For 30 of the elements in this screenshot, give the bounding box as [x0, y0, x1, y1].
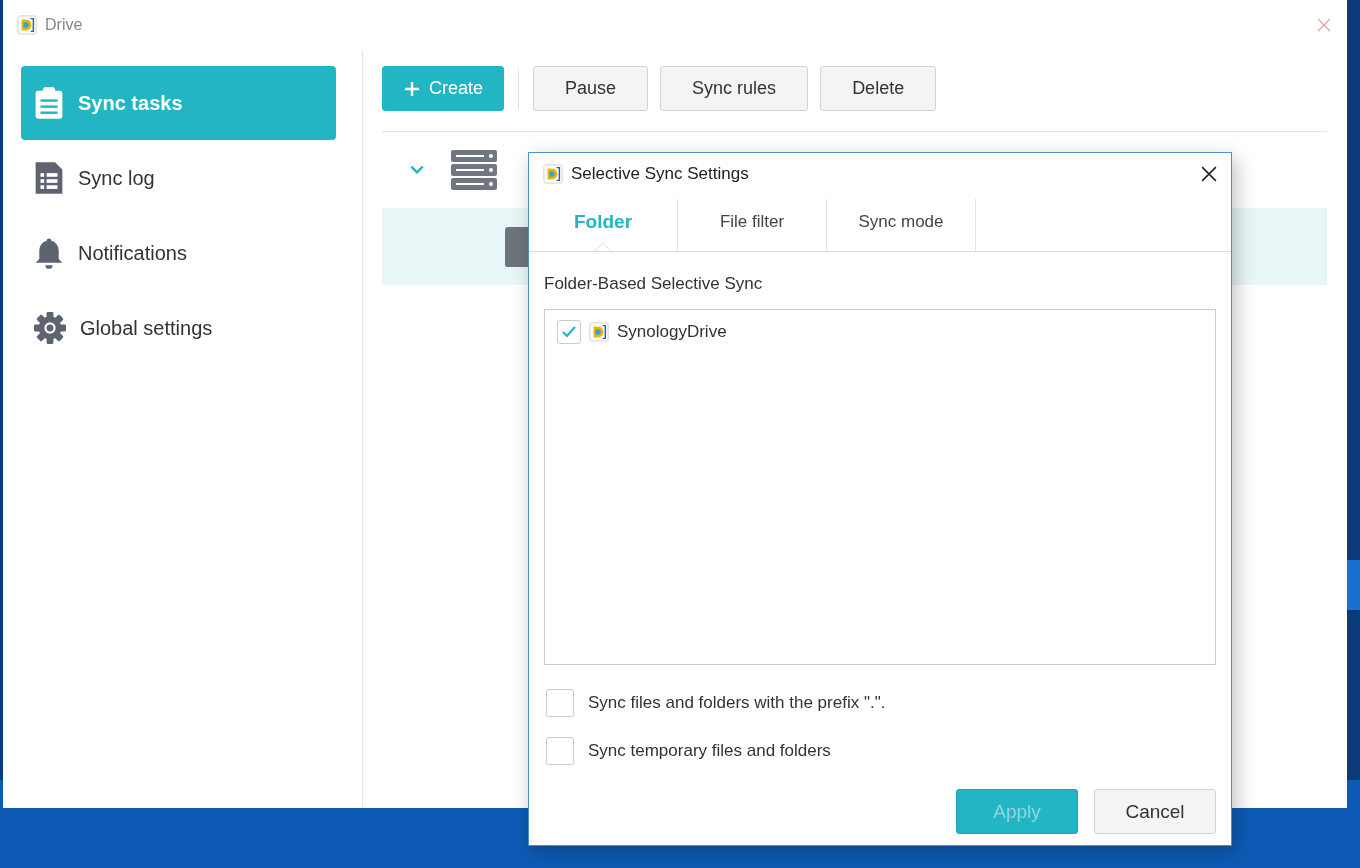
toolbar-button[interactable]: Delete	[820, 66, 937, 111]
checkbox[interactable]	[546, 737, 574, 765]
sidebar-item[interactable]: Notifications	[21, 216, 336, 290]
checkbox[interactable]	[546, 689, 574, 717]
tab[interactable]: Sync mode	[827, 199, 976, 251]
close-icon	[1317, 18, 1331, 32]
toolbar-button[interactable]: Sync rules	[660, 66, 809, 111]
check-icon	[561, 324, 577, 340]
settings-icon	[34, 312, 66, 344]
plus-icon	[405, 81, 419, 96]
document-list-icon	[34, 161, 64, 195]
toolbar-button[interactable]: Pause	[533, 66, 649, 111]
app-logo-icon	[589, 322, 609, 342]
checkbox[interactable]	[557, 320, 581, 344]
server-icon	[451, 150, 497, 190]
tab[interactable]: File filter	[678, 199, 827, 251]
dialog-title: Selective Sync Settings	[571, 164, 749, 184]
section-label: Folder-Based Selective Sync	[544, 274, 764, 294]
bell-icon	[34, 236, 64, 270]
close-icon	[1201, 166, 1217, 182]
checkbox-label: Sync temporary files and folders	[588, 741, 831, 761]
app-logo-icon	[543, 164, 563, 184]
sidebar-item[interactable]: Global settings	[21, 291, 336, 365]
app-logo-icon	[17, 15, 37, 35]
window-title: Drive	[45, 16, 83, 34]
clipboard-icon	[34, 86, 64, 120]
checkbox-label: Sync files and folders with the prefix ".".	[588, 693, 886, 713]
cancel-button[interactable]: Cancel	[1094, 789, 1216, 834]
sidebar-item[interactable]: Sync log	[21, 141, 336, 215]
folder-label[interactable]: SynologyDrive	[617, 322, 727, 342]
